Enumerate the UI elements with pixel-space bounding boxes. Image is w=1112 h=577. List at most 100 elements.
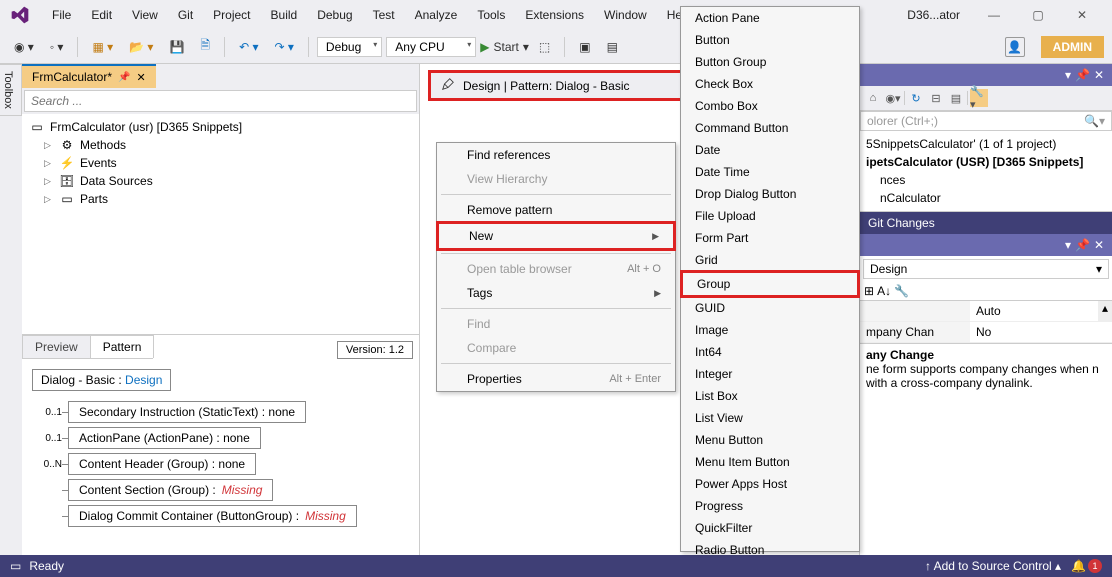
submenu-item-image[interactable]: Image — [681, 319, 859, 341]
pattern-design-link[interactable]: Design — [125, 373, 162, 387]
maximize-button[interactable]: ▢ — [1018, 3, 1058, 27]
save-all-button[interactable]: 🗎 — [194, 33, 216, 60]
submenu-item-guid[interactable]: GUID — [681, 297, 859, 319]
expander-icon[interactable]: ▷ — [44, 158, 54, 169]
tree-root[interactable]: ▭ FrmCalculator (usr) [D365 Snippets] — [22, 118, 419, 136]
show-all-icon[interactable]: ▤ — [947, 89, 965, 107]
menu-tools[interactable]: Tools — [467, 4, 515, 26]
close-button[interactable]: ✕ — [1062, 3, 1102, 27]
new-project-button[interactable]: ▦ ▾ — [86, 37, 119, 57]
menu-build[interactable]: Build — [261, 4, 308, 26]
submenu-item-drop-dialog-button[interactable]: Drop Dialog Button — [681, 183, 859, 205]
tree-datasources[interactable]: ▷🗄Data Sources — [22, 172, 419, 190]
submenu-item-quickfilter[interactable]: QuickFilter — [681, 517, 859, 539]
panel-pin-icon[interactable]: 📌 — [1075, 68, 1090, 82]
pin-icon[interactable]: 📌 — [118, 72, 130, 83]
sort-icon[interactable]: A↓ — [877, 284, 891, 298]
tab-preview[interactable]: Preview — [22, 335, 91, 358]
tree-parts[interactable]: ▷▭Parts — [22, 190, 419, 208]
submenu-item-grid[interactable]: Grid — [681, 249, 859, 271]
submenu-item-command-button[interactable]: Command Button — [681, 117, 859, 139]
panel-close-icon[interactable]: ✕ — [1094, 238, 1104, 252]
add-source-control-button[interactable]: ↑ Add to Source Control ▴ — [925, 559, 1061, 573]
submenu-item-int64[interactable]: Int64 — [681, 341, 859, 363]
expander-icon[interactable]: ▷ — [44, 140, 54, 151]
notifications-button[interactable]: 🔔1 — [1071, 559, 1102, 573]
menu-window[interactable]: Window — [594, 4, 657, 26]
solution-row[interactable]: nCalculator — [866, 189, 1106, 207]
ctx-tags[interactable]: Tags▶ — [437, 281, 675, 305]
account-icon[interactable]: 👤 — [1005, 37, 1025, 57]
wrench-icon[interactable]: 🔧 — [894, 284, 909, 298]
submenu-item-date[interactable]: Date — [681, 139, 859, 161]
ctx-remove-pattern[interactable]: Remove pattern — [437, 198, 675, 222]
output-icon[interactable]: ▭ — [10, 559, 21, 573]
submenu-item-radio-button[interactable]: Radio Button — [681, 539, 859, 561]
tool-extra-3[interactable]: ▤ — [601, 37, 624, 57]
submenu-item-file-upload[interactable]: File Upload — [681, 205, 859, 227]
solution-row[interactable]: ipetsCalculator (USR) [D365 Snippets] — [866, 153, 1106, 171]
submenu-item-menu-item-button[interactable]: Menu Item Button — [681, 451, 859, 473]
open-button[interactable]: 📂 ▾ — [123, 37, 159, 57]
panel-dropdown-icon[interactable]: ▾ — [1065, 68, 1071, 82]
expander-icon[interactable]: ▷ — [44, 176, 54, 187]
tree-events[interactable]: ▷⚡Events — [22, 154, 419, 172]
start-button[interactable]: ▶Start ▾ — [480, 40, 529, 54]
nav-back-button[interactable]: ◉ ▾ — [8, 37, 40, 57]
ctx-new[interactable]: New▶ — [436, 221, 676, 251]
menu-debug[interactable]: Debug — [307, 4, 362, 26]
menu-git[interactable]: Git — [168, 4, 203, 26]
submenu-item-menu-button[interactable]: Menu Button — [681, 429, 859, 451]
home-icon[interactable]: ⌂ — [864, 89, 882, 107]
doc-tab-frmcalculator[interactable]: FrmCalculator* 📌 ✕ — [22, 64, 156, 88]
redo-button[interactable]: ↷ ▾ — [269, 37, 300, 57]
expander-icon[interactable]: ▷ — [44, 194, 54, 205]
menu-edit[interactable]: Edit — [81, 4, 122, 26]
save-button[interactable]: 💾 — [163, 37, 190, 57]
tab-pattern[interactable]: Pattern — [90, 335, 155, 358]
solution-row[interactable]: nces — [866, 171, 1106, 189]
submenu-item-group[interactable]: Group — [680, 270, 860, 298]
panel-close-icon[interactable]: ✕ — [1094, 68, 1104, 82]
panel-pin-icon[interactable]: 📌 — [1075, 238, 1090, 252]
properties-object-dropdown[interactable]: Design▾ — [863, 259, 1109, 279]
toggle-icon[interactable]: ◉▾ — [884, 89, 902, 107]
submenu-item-integer[interactable]: Integer — [681, 363, 859, 385]
collapse-icon[interactable]: ⊟ — [927, 89, 945, 107]
menu-view[interactable]: View — [122, 4, 168, 26]
menu-analyze[interactable]: Analyze — [405, 4, 468, 26]
undo-button[interactable]: ↶ ▾ — [233, 37, 264, 57]
menu-project[interactable]: Project — [203, 4, 260, 26]
submenu-item-list-view[interactable]: List View — [681, 407, 859, 429]
submenu-item-list-box[interactable]: List Box — [681, 385, 859, 407]
submenu-item-combo-box[interactable]: Combo Box — [681, 95, 859, 117]
submenu-item-button-group[interactable]: Button Group — [681, 51, 859, 73]
pattern-node[interactable]: Content Header (Group) : none — [68, 453, 256, 475]
pattern-node[interactable]: Content Section (Group) :Missing — [68, 479, 273, 501]
tool-extra-1[interactable]: ⬚ — [533, 37, 556, 57]
ctx-find-references[interactable]: Find references — [437, 143, 675, 167]
close-icon[interactable]: ✕ — [136, 71, 145, 84]
submenu-item-date-time[interactable]: Date Time — [681, 161, 859, 183]
property-row[interactable]: Auto▴ — [860, 301, 1112, 322]
menu-file[interactable]: File — [42, 4, 81, 26]
solution-row[interactable]: 5SnippetsCalculator' (1 of 1 project) — [866, 135, 1106, 153]
submenu-item-check-box[interactable]: Check Box — [681, 73, 859, 95]
nav-fwd-button[interactable]: ◦ ▾ — [44, 37, 70, 57]
tree-methods[interactable]: ▷⚙Methods — [22, 136, 419, 154]
property-row[interactable]: mpany ChanNo — [860, 322, 1112, 343]
platform-dropdown[interactable]: Any CPU — [386, 37, 476, 57]
git-changes-header[interactable]: Git Changes — [860, 212, 1112, 234]
config-dropdown[interactable]: Debug — [317, 37, 382, 57]
wrench-icon[interactable]: 🔧▾ — [970, 89, 988, 107]
menu-extensions[interactable]: Extensions — [515, 4, 594, 26]
pattern-node[interactable]: ActionPane (ActionPane) : none — [68, 427, 261, 449]
toolbox-tab[interactable]: Toolbox — [0, 64, 22, 116]
menu-test[interactable]: Test — [363, 4, 405, 26]
pattern-node[interactable]: Dialog Commit Container (ButtonGroup) :M… — [68, 505, 357, 527]
submenu-item-progress[interactable]: Progress — [681, 495, 859, 517]
submenu-item-button[interactable]: Button — [681, 29, 859, 51]
submenu-item-form-part[interactable]: Form Part — [681, 227, 859, 249]
categorize-icon[interactable]: ⊞ — [864, 284, 874, 298]
minimize-button[interactable]: — — [974, 3, 1014, 27]
